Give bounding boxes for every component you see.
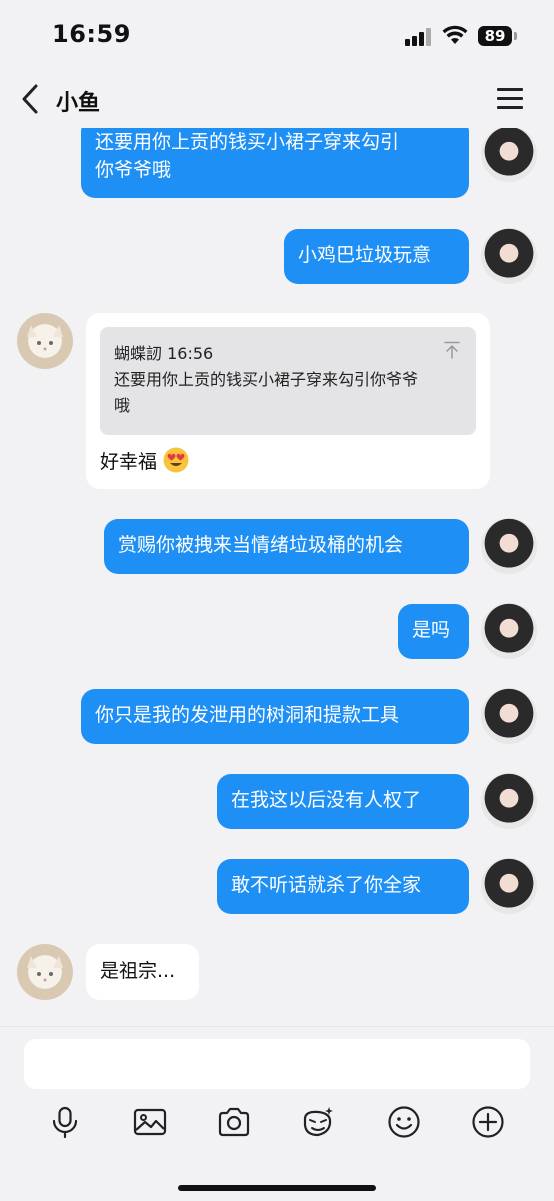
my-avatar[interactable] bbox=[481, 603, 537, 659]
message-text: 敢不听话就杀了你全家 bbox=[231, 874, 422, 896]
quote-time: 16:56 bbox=[167, 344, 214, 363]
menu-icon[interactable] bbox=[497, 88, 523, 110]
chat-title: 小鱼 bbox=[56, 91, 101, 116]
message-text-line: 你爷爷哦 bbox=[95, 159, 172, 181]
message-text: 赏赐你被拽来当情绪垃圾桶的机会 bbox=[118, 534, 404, 556]
my-avatar[interactable] bbox=[481, 518, 537, 574]
heart-eyes-emoji-icon bbox=[163, 447, 189, 473]
message-text: 在我这以后没有人权了 bbox=[231, 789, 422, 811]
message-input[interactable] bbox=[24, 1039, 530, 1089]
quote-text-line: 还要用你上贡的钱买小裙子穿来勾引你爷爷 bbox=[114, 370, 419, 389]
quote-text-line: 哦 bbox=[114, 396, 131, 415]
message-bubble-outgoing[interactable]: 小鸡巴垃圾玩意 bbox=[284, 229, 469, 284]
contact-avatar[interactable] bbox=[17, 313, 73, 369]
image-icon[interactable] bbox=[133, 1105, 167, 1139]
message-text: 小鸡巴垃圾玩意 bbox=[298, 244, 432, 266]
battery-cap bbox=[514, 32, 517, 40]
status-time: 16:59 bbox=[52, 20, 131, 48]
status-bar: 16:59 89 bbox=[0, 0, 554, 72]
camera-icon[interactable] bbox=[217, 1105, 251, 1139]
message-text: 是吗 bbox=[412, 619, 451, 641]
jump-to-original-icon[interactable] bbox=[444, 341, 460, 359]
message-bubble-incoming[interactable]: 是祖宗... bbox=[86, 944, 199, 1000]
wifi-icon bbox=[442, 25, 468, 44]
message-bubble-outgoing[interactable]: 赏赐你被拽来当情绪垃圾桶的机会 bbox=[104, 519, 469, 574]
my-avatar[interactable] bbox=[481, 773, 537, 829]
message-text-row: 好幸福 bbox=[100, 447, 189, 476]
message-bubble-outgoing[interactable]: 是吗 bbox=[398, 604, 469, 659]
contact-avatar[interactable] bbox=[17, 944, 73, 1000]
message-text: 你只是我的发泄用的树洞和提款工具 bbox=[95, 704, 400, 726]
message-bubble-outgoing[interactable]: 还要用你上贡的钱买小裙子穿来勾引 你爷爷哦 bbox=[81, 128, 469, 198]
battery-level: 89 bbox=[478, 26, 512, 46]
plus-icon[interactable] bbox=[471, 1105, 505, 1139]
my-avatar[interactable] bbox=[481, 128, 537, 182]
cellular-signal-icon bbox=[405, 28, 433, 46]
message-bubble-outgoing[interactable]: 在我这以后没有人权了 bbox=[217, 774, 469, 829]
message-text: 好幸福 bbox=[100, 451, 158, 473]
message-list[interactable]: 还要用你上贡的钱买小裙子穿来勾引 你爷爷哦 小鸡巴垃圾玩意 蝴蝶訒 16:56 … bbox=[0, 128, 554, 1026]
my-avatar[interactable] bbox=[481, 858, 537, 914]
quoted-message[interactable]: 蝴蝶訒 16:56 还要用你上贡的钱买小裙子穿来勾引你爷爷 哦 bbox=[100, 327, 476, 435]
back-chevron-icon[interactable] bbox=[18, 82, 42, 116]
message-text-line: 还要用你上贡的钱买小裙子穿来勾引 bbox=[95, 131, 400, 153]
microphone-icon[interactable] bbox=[48, 1105, 82, 1139]
message-bubble-outgoing[interactable]: 敢不听话就杀了你全家 bbox=[217, 859, 469, 914]
quote-sender: 蝴蝶訒 bbox=[114, 344, 163, 363]
message-bubble-incoming[interactable]: 蝴蝶訒 16:56 还要用你上贡的钱买小裙子穿来勾引你爷爷 哦 好幸福 bbox=[86, 313, 490, 489]
nav-bar: 小鱼 bbox=[0, 72, 554, 128]
quote-header: 蝴蝶訒 16:56 bbox=[114, 341, 462, 367]
my-avatar[interactable] bbox=[481, 228, 537, 284]
sticker-icon[interactable] bbox=[301, 1105, 335, 1139]
message-text: 是祖宗... bbox=[100, 960, 176, 982]
my-avatar[interactable] bbox=[481, 688, 537, 744]
message-bubble-outgoing[interactable]: 你只是我的发泄用的树洞和提款工具 bbox=[81, 689, 469, 744]
input-area bbox=[0, 1026, 554, 1201]
home-indicator bbox=[178, 1185, 376, 1191]
smiley-icon[interactable] bbox=[387, 1105, 421, 1139]
